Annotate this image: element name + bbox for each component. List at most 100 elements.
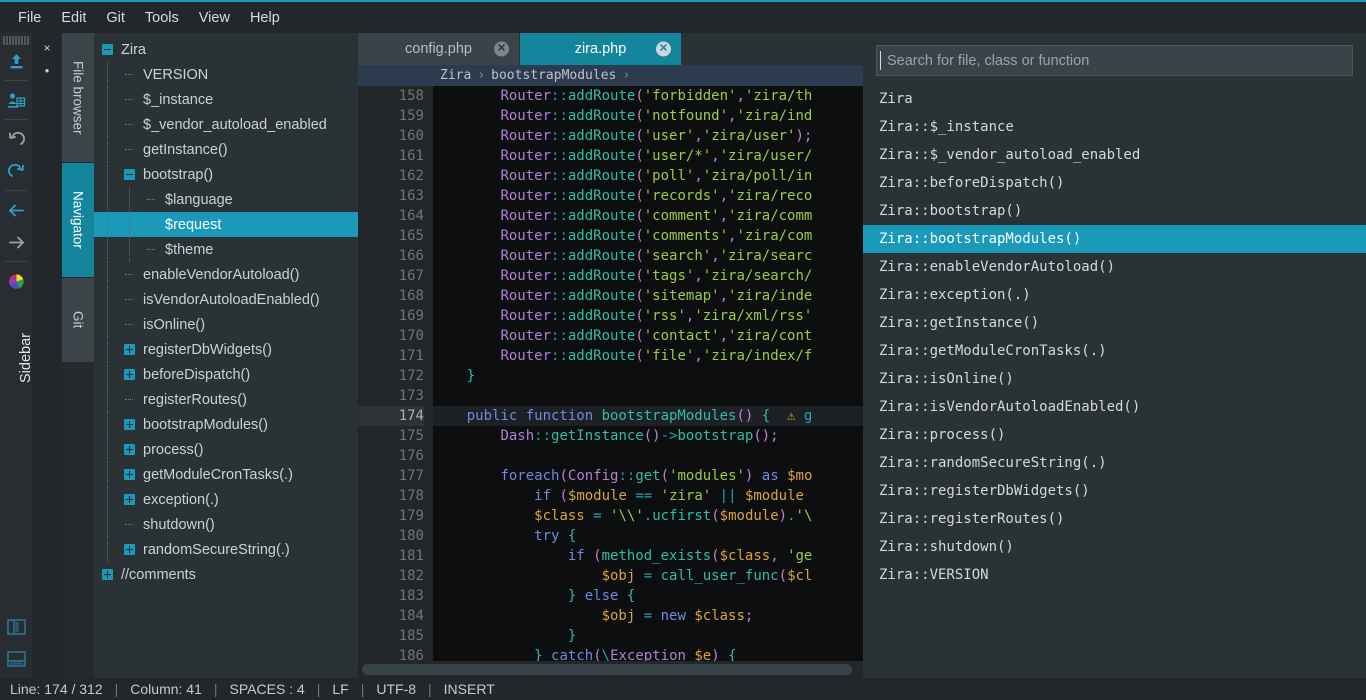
menu-edit[interactable]: Edit (51, 7, 96, 29)
code-line[interactable]: } (433, 626, 863, 646)
breadcrumb-item-method[interactable]: bootstrapModules (491, 68, 616, 83)
search-result-item[interactable]: Zira::shutdown() (863, 533, 1366, 561)
database-user-icon[interactable] (0, 84, 32, 116)
code-line[interactable]: } catch(\Exception $e) { (433, 646, 863, 661)
tree-node[interactable]: Zira (94, 37, 358, 62)
sidebar-tab-git[interactable]: Git (62, 278, 94, 363)
code-line[interactable]: Router::addRoute('notfound','zira/ind (433, 106, 863, 126)
code-line[interactable]: $obj = call_user_func($cl (433, 566, 863, 586)
code-line[interactable]: $class = '\\'.ucfirst($module).'\ (433, 506, 863, 526)
code-line[interactable]: public function bootstrapModules() { ⚠ g (433, 406, 863, 426)
close-icon[interactable]: ✕ (494, 42, 509, 57)
tree-node[interactable]: $theme (94, 237, 358, 262)
search-result-item[interactable]: Zira::isOnline() (863, 365, 1366, 393)
tree-node[interactable]: $_vendor_autoload_enabled (94, 112, 358, 137)
tree-collapse-icon[interactable] (124, 169, 135, 180)
tree-expand-icon[interactable] (124, 444, 135, 455)
code-line[interactable]: Router::addRoute('contact','zira/cont (433, 326, 863, 346)
search-result-item[interactable]: Zira::registerDbWidgets() (863, 477, 1366, 505)
close-icon[interactable]: ✕ (656, 42, 671, 57)
tree-node[interactable]: $language (94, 187, 358, 212)
code-line[interactable]: Router::addRoute('user/*','zira/user/ (433, 146, 863, 166)
code-text[interactable]: Router::addRoute('forbidden','zira/th Ro… (433, 86, 863, 661)
code-line[interactable]: Router::addRoute('tags','zira/search/ (433, 266, 863, 286)
code-line[interactable]: if ($module == 'zira' || $module (433, 486, 863, 506)
tree-node[interactable]: VERSION (94, 62, 358, 87)
search-result-item[interactable]: Zira::$_vendor_autoload_enabled (863, 141, 1366, 169)
code-line[interactable]: Dash::getInstance()->bootstrap(); (433, 426, 863, 446)
scrollbar-thumb[interactable] (362, 664, 852, 675)
search-result-item[interactable]: Zira::getInstance() (863, 309, 1366, 337)
menu-git[interactable]: Git (96, 7, 135, 29)
code-line[interactable]: } (433, 366, 863, 386)
split-horizontal-icon[interactable] (0, 643, 32, 675)
menu-view[interactable]: View (189, 7, 240, 29)
search-result-item[interactable]: Zira::beforeDispatch() (863, 169, 1366, 197)
navigate-back-icon[interactable] (0, 194, 32, 226)
breadcrumb-item-class[interactable]: Zira (440, 68, 471, 83)
sidebar-tab-navigator[interactable]: Navigator (62, 163, 94, 278)
tree-expand-icon[interactable] (102, 569, 113, 580)
code-line[interactable]: Router::addRoute('file','zira/index/f (433, 346, 863, 366)
menu-help[interactable]: Help (240, 7, 290, 29)
search-result-item[interactable]: Zira (863, 85, 1366, 113)
tree-node[interactable]: beforeDispatch() (94, 362, 358, 387)
tree-expand-icon[interactable] (124, 419, 135, 430)
tree-node[interactable]: shutdown() (94, 512, 358, 537)
tree-node[interactable]: bootstrapModules() (94, 412, 358, 437)
code-line[interactable]: Router::addRoute('records','zira/reco (433, 186, 863, 206)
search-results-list[interactable]: ZiraZira::$_instanceZira::$_vendor_autol… (863, 85, 1366, 685)
code-line[interactable]: foreach(Config::get('modules') as $mo (433, 466, 863, 486)
color-picker-icon[interactable] (0, 265, 32, 297)
tree-node[interactable]: enableVendorAutoload() (94, 262, 358, 287)
tree-collapse-icon[interactable] (102, 44, 113, 55)
search-result-item[interactable]: Zira::randomSecureString(.) (863, 449, 1366, 477)
code-line[interactable] (433, 386, 863, 406)
search-result-item[interactable]: Zira::$_instance (863, 113, 1366, 141)
tree-expand-icon[interactable] (124, 369, 135, 380)
code-line[interactable]: try { (433, 526, 863, 546)
code-line[interactable]: Router::addRoute('comments','zira/com (433, 226, 863, 246)
tree-expand-icon[interactable] (124, 494, 135, 505)
code-line[interactable]: } else { (433, 586, 863, 606)
tree-node[interactable]: registerDbWidgets() (94, 337, 358, 362)
search-result-item[interactable]: Zira::bootstrapModules() (863, 225, 1366, 253)
tree-node[interactable]: process() (94, 437, 358, 462)
tree-node[interactable]: isVendorAutoloadEnabled() (94, 287, 358, 312)
menu-tools[interactable]: Tools (135, 7, 189, 29)
editor-tab-zira-php[interactable]: zira.php ✕ (520, 33, 681, 65)
sidebar-options-icon[interactable]: ● (32, 59, 62, 81)
tree-node[interactable]: exception(.) (94, 487, 358, 512)
tree-expand-icon[interactable] (124, 344, 135, 355)
tree-node[interactable]: //comments (94, 562, 358, 587)
tree-node[interactable]: registerRoutes() (94, 387, 358, 412)
tree-node[interactable]: randomSecureString(.) (94, 537, 358, 562)
undo-icon[interactable] (0, 123, 32, 155)
code-line[interactable]: Router::addRoute('forbidden','zira/th (433, 86, 863, 106)
tree-expand-icon[interactable] (124, 469, 135, 480)
search-result-item[interactable]: Zira::process() (863, 421, 1366, 449)
code-line[interactable]: Router::addRoute('user','zira/user'); (433, 126, 863, 146)
search-result-item[interactable]: Zira::registerRoutes() (863, 505, 1366, 533)
split-vertical-icon[interactable] (0, 611, 32, 643)
code-line[interactable]: Router::addRoute('sitemap','zira/inde (433, 286, 863, 306)
tree-node[interactable]: getInstance() (94, 137, 358, 162)
toolbar-grip-handle[interactable] (3, 36, 29, 45)
search-result-item[interactable]: Zira::exception(.) (863, 281, 1366, 309)
tree-node[interactable]: $_instance (94, 87, 358, 112)
tree-node[interactable]: isOnline() (94, 312, 358, 337)
navigator-tree[interactable]: ZiraVERSION$_instance$_vendor_autoload_e… (94, 33, 358, 678)
navigate-forward-icon[interactable] (0, 226, 32, 258)
tree-expand-icon[interactable] (124, 544, 135, 555)
search-input[interactable] (876, 45, 1353, 76)
code-line[interactable]: Router::addRoute('rss','zira/xml/rss' (433, 306, 863, 326)
search-result-item[interactable]: Zira::getModuleCronTasks(.) (863, 337, 1366, 365)
editor-horizontal-scrollbar[interactable] (358, 661, 863, 678)
code-line[interactable]: $obj = new $class; (433, 606, 863, 626)
tree-node[interactable]: getModuleCronTasks(.) (94, 462, 358, 487)
code-line[interactable]: Router::addRoute('search','zira/searc (433, 246, 863, 266)
code-line[interactable]: if (method_exists($class, 'ge (433, 546, 863, 566)
sidebar-close-icon[interactable]: × (32, 37, 62, 59)
tree-node[interactable]: $request (94, 212, 358, 237)
search-result-item[interactable]: Zira::VERSION (863, 561, 1366, 589)
